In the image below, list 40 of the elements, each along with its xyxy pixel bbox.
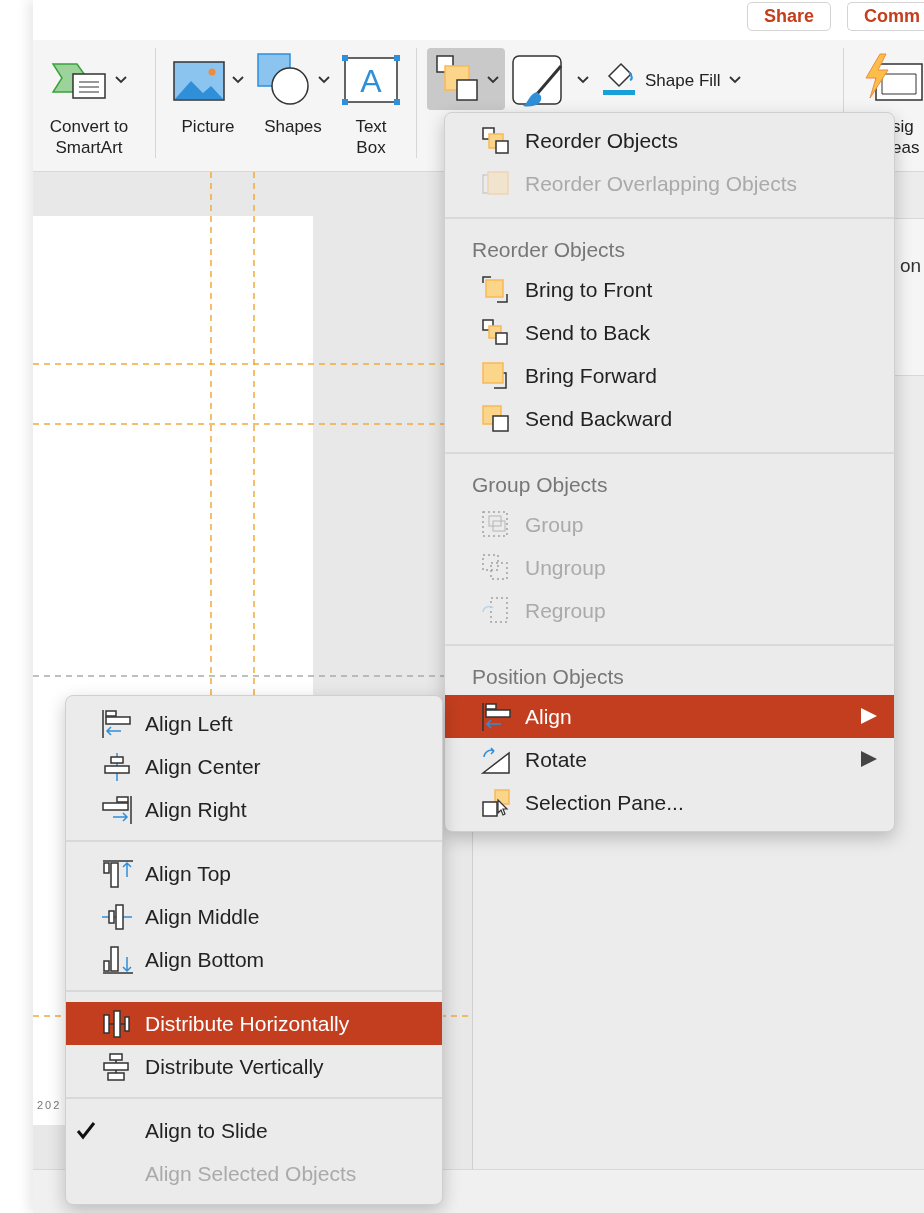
caret-icon — [318, 76, 330, 84]
menu-item[interactable]: Align Top — [66, 852, 442, 895]
menu-item[interactable]: Bring to Front — [445, 268, 894, 311]
menu-item[interactable]: Rotate — [445, 738, 894, 781]
checkmark-icon — [76, 1120, 96, 1140]
shape-fill-button[interactable]: Shape Fill — [595, 48, 747, 112]
menu-item[interactable]: Align — [445, 695, 894, 738]
menu-section-header: Reorder Objects — [471, 236, 626, 263]
caret-icon — [577, 76, 589, 84]
menu-item[interactable]: Align to Slide — [66, 1109, 442, 1152]
ribbon-button[interactable]: Shapes — [250, 48, 336, 141]
panel-text: on — [900, 255, 922, 277]
menu-item[interactable]: Align Center — [66, 745, 442, 788]
menu-item[interactable]: Bring Forward — [445, 354, 894, 397]
header-button[interactable]: Comm — [847, 2, 924, 31]
menu-item[interactable]: Align Middle — [66, 895, 442, 938]
ribbon-button[interactable]: Convert to SmartArt — [33, 48, 145, 162]
ribbon-button[interactable]: A Text Box — [336, 48, 406, 162]
menu-item[interactable]: Align Bottom — [66, 938, 442, 981]
submenu-arrow-icon — [861, 751, 877, 767]
slide-footer-text: 202 — [37, 1099, 62, 1111]
menu-item[interactable]: Send Backward — [445, 397, 894, 440]
menu-item[interactable]: Distribute Horizontally — [66, 1002, 442, 1045]
submenu-arrow-icon — [861, 708, 877, 724]
shapes-icon — [256, 52, 312, 108]
menu-item[interactable]: Align Left — [66, 702, 442, 745]
caret-icon — [115, 76, 127, 84]
header-button[interactable]: Share — [746, 2, 831, 31]
menu-item[interactable]: Align Right — [66, 788, 442, 831]
menu-item[interactable]: Send to Back — [445, 311, 894, 354]
caret-icon — [487, 76, 499, 84]
menu-section-header: Group Objects — [471, 471, 609, 498]
menu-item[interactable]: Selection Pane... — [445, 781, 894, 824]
caret-icon — [728, 76, 741, 84]
ribbon-button[interactable] — [427, 48, 505, 110]
caret-icon — [232, 76, 244, 84]
menu-section-header: Position Objects — [471, 663, 625, 690]
ribbon-button[interactable]: Picture — [166, 48, 250, 141]
menu-item[interactable]: Distribute Vertically — [66, 1045, 442, 1088]
menu-item[interactable]: Reorder Objects — [445, 119, 894, 162]
